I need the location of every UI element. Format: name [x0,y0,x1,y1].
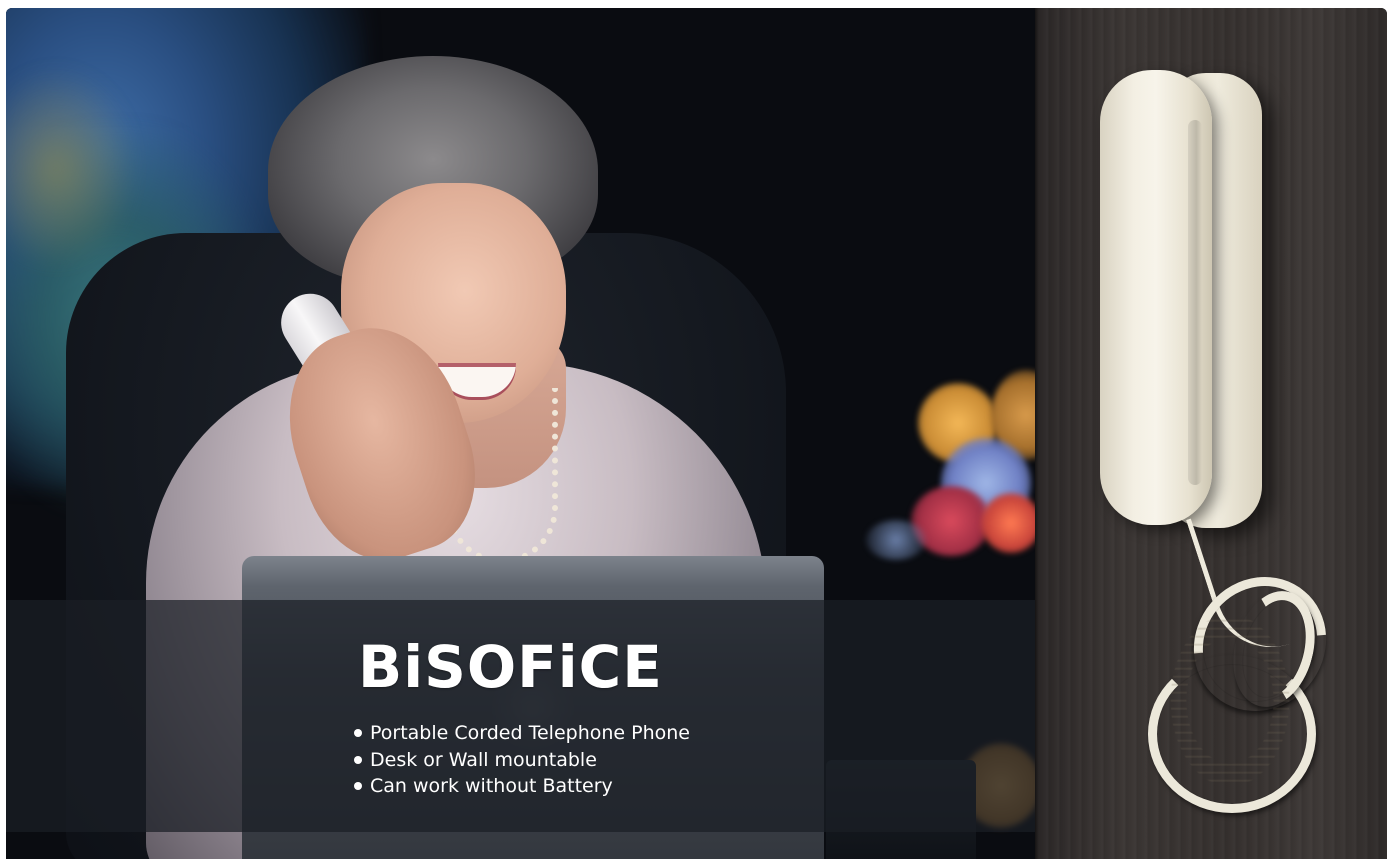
bullet-icon [354,782,362,790]
bullet-icon [354,729,362,737]
feature-text: Desk or Wall mountable [370,748,597,771]
feature-text: Can work without Battery [370,775,613,797]
feature-item: Portable Corded Telephone Phone [354,720,690,747]
feature-item: Desk or Wall mountable [354,747,690,774]
feature-item: Can work without Battery [354,773,690,800]
feature-list: Portable Corded Telephone Phone Desk or … [354,720,690,800]
bullet-icon [354,755,362,764]
background-blur-yellow [6,68,136,268]
brand-logo: BiSOFiCE [358,633,663,701]
bokeh-light [981,493,1035,553]
feature-text: Portable Corded Telephone Phone [370,722,690,744]
panel-divider [1035,8,1039,859]
handset-groove [1188,120,1202,485]
office-photo: BiSOFiCE Portable Corded Telephone Phone… [6,8,1035,859]
bokeh-light [866,520,926,560]
coiled-cord-ribs [1150,585,1310,795]
